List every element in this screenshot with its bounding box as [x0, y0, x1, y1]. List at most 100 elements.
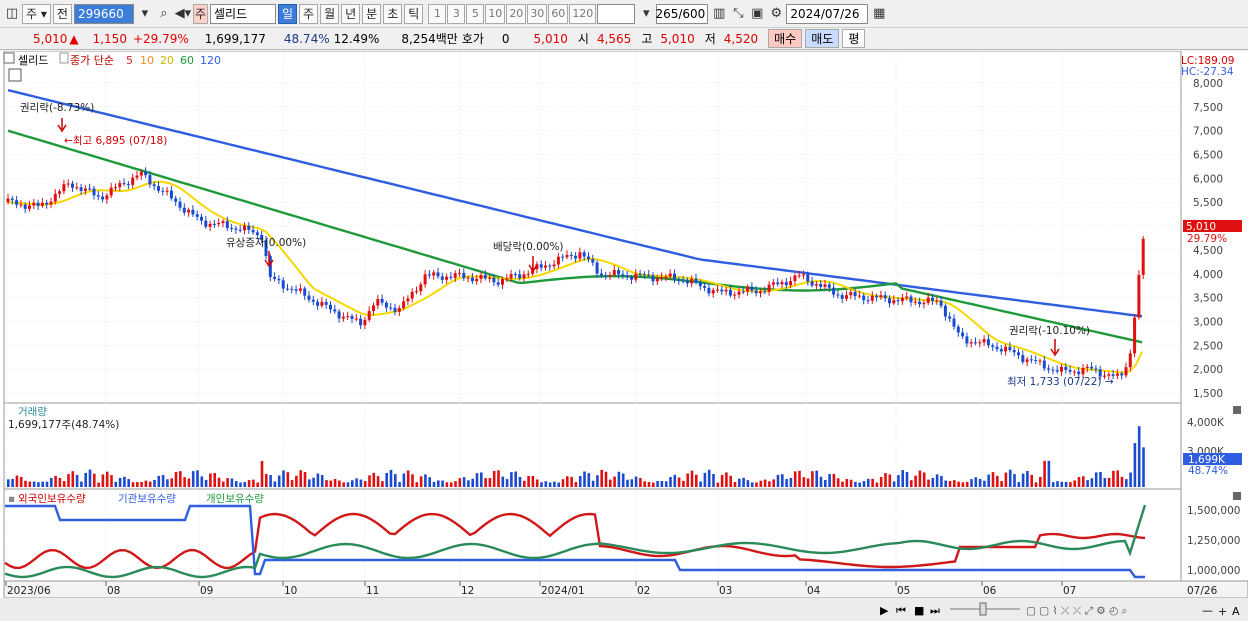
candle-body — [1077, 371, 1081, 375]
candle-body — [19, 204, 23, 206]
tick-button[interactable]: 30 — [527, 3, 548, 24]
volume-bar — [587, 473, 591, 487]
eval-button[interactable]: 평 — [842, 29, 866, 48]
close-icon[interactable] — [1233, 406, 1241, 414]
search-icon[interactable]: ⌕ — [155, 4, 173, 24]
volume-bar — [179, 471, 182, 487]
volume-bar — [677, 477, 681, 487]
volume-bar — [884, 473, 887, 487]
data-count-field[interactable]: 265/600 — [655, 3, 709, 24]
market-type-select[interactable]: 주 ▾ — [22, 3, 51, 24]
range-select[interactable]: 전 — [52, 3, 72, 24]
candle-body — [673, 273, 676, 280]
first-page-icon[interactable]: ⏮ — [896, 604, 906, 617]
dropdown-icon[interactable]: ▾ — [136, 4, 154, 24]
period-button[interactable]: 틱 — [404, 3, 424, 24]
candle-body — [832, 287, 836, 295]
volume-bar — [578, 476, 582, 487]
date-axis-label: 11 — [366, 585, 379, 597]
candle-body — [754, 290, 758, 294]
candle-body — [466, 277, 470, 279]
candle-body — [225, 221, 229, 228]
tick-button[interactable]: 20 — [506, 3, 527, 24]
volume-bar — [604, 471, 608, 487]
candle-body — [337, 311, 341, 319]
date-input[interactable]: 2024/07/26 — [786, 3, 869, 24]
draw-tool-icon[interactable]: ⤡ — [729, 4, 747, 24]
date-axis-label: 2024/01 — [541, 585, 585, 597]
period-button[interactable]: 초 — [383, 3, 403, 24]
candle-body — [771, 282, 775, 285]
candle-body — [849, 292, 853, 296]
volume-bar — [970, 479, 973, 487]
volume-bar — [148, 481, 152, 487]
high-price: 5,010 — [660, 31, 695, 46]
volume-bar — [265, 474, 268, 487]
tick-button[interactable]: 120 — [569, 3, 597, 24]
gear-icon[interactable]: ⚙ — [767, 4, 785, 24]
volume-bar — [1137, 426, 1141, 487]
stock-code-input[interactable]: 299660 — [73, 3, 134, 24]
candle-body — [1034, 359, 1038, 361]
period-button[interactable]: 월 — [320, 3, 340, 24]
candle-body — [582, 252, 586, 257]
tick-button[interactable]: 1 — [428, 3, 447, 24]
table-icon[interactable] — [8, 68, 22, 82]
stop-icon[interactable]: ■ — [914, 604, 924, 617]
candle-body — [776, 282, 780, 285]
window-menu-icon[interactable]: ◫ — [3, 4, 21, 24]
candle-body — [273, 276, 277, 279]
volume-bar — [695, 474, 698, 487]
candle-body — [212, 223, 216, 225]
candle-body — [277, 278, 281, 281]
interval-input[interactable] — [597, 3, 636, 24]
tick-button[interactable]: 5 — [466, 3, 485, 24]
chart-area[interactable]: 셀리드 종가 단순 5 10 20 60 120 LC:189.09 HC:-2… — [0, 51, 1248, 621]
volume-bar — [965, 481, 969, 487]
candle-body — [126, 184, 130, 186]
volume-bar — [157, 475, 161, 487]
tick-button[interactable]: 3 — [447, 3, 466, 24]
open-label: 시 — [577, 32, 589, 46]
buy-button[interactable]: 매수 — [768, 29, 803, 48]
zoom-in-icon[interactable]: + — [1218, 605, 1227, 618]
calendar-icon[interactable]: ▦ — [870, 4, 888, 24]
close-icon[interactable] — [1233, 492, 1241, 500]
tick-button[interactable]: 60 — [548, 3, 569, 24]
candle-body — [840, 295, 844, 299]
last-page-icon[interactable]: ⏭ — [930, 604, 940, 617]
stock-name-field[interactable]: 셀리드 — [209, 3, 276, 24]
dropdown-icon[interactable]: ▾ — [637, 4, 655, 24]
tick-button[interactable]: 10 — [485, 3, 506, 24]
volume-bar — [131, 482, 135, 487]
fit-icon[interactable]: A — [1232, 605, 1240, 618]
period-button[interactable]: 년 — [341, 3, 361, 24]
candle-body — [169, 190, 173, 199]
candle-body — [604, 275, 608, 277]
period-button[interactable]: 일 — [277, 3, 298, 24]
scroll-right-icon[interactable]: ▶ — [880, 604, 889, 617]
volume-bar — [286, 472, 290, 487]
annot-ex-rights-1: 권리락(-8.73%) — [20, 102, 94, 114]
chart-type-icon[interactable]: ▥ — [710, 4, 728, 24]
volume-bar — [273, 481, 277, 487]
volume-bar — [815, 470, 818, 487]
zoom-out-icon[interactable]: — — [1202, 604, 1213, 617]
volume-bar — [24, 480, 27, 487]
zoom-slider-handle[interactable] — [979, 602, 987, 616]
holdings-foreign-label: 외국인보유수량 — [18, 493, 86, 505]
volume-bar — [768, 481, 771, 487]
period-button[interactable]: 주 — [299, 3, 319, 24]
save-icon[interactable]: ▣ — [748, 4, 766, 24]
period-button[interactable]: 분 — [362, 3, 382, 24]
legend-box-icon[interactable] — [3, 52, 15, 64]
volume-bar — [488, 478, 492, 487]
sell-button[interactable]: 매도 — [805, 29, 840, 48]
speaker-icon[interactable]: ◀▾ — [174, 4, 192, 24]
volume-bar — [983, 480, 986, 487]
tool-icons[interactable]: ▢ ▢ ⌇ ⤫ ⤫ ⤢ ⚙ ◴ ⌕ — [1026, 605, 1127, 617]
candle-body — [948, 316, 952, 319]
candle-body — [823, 284, 827, 287]
price-change: 1,150 — [92, 31, 127, 46]
volume-bar — [824, 479, 827, 487]
